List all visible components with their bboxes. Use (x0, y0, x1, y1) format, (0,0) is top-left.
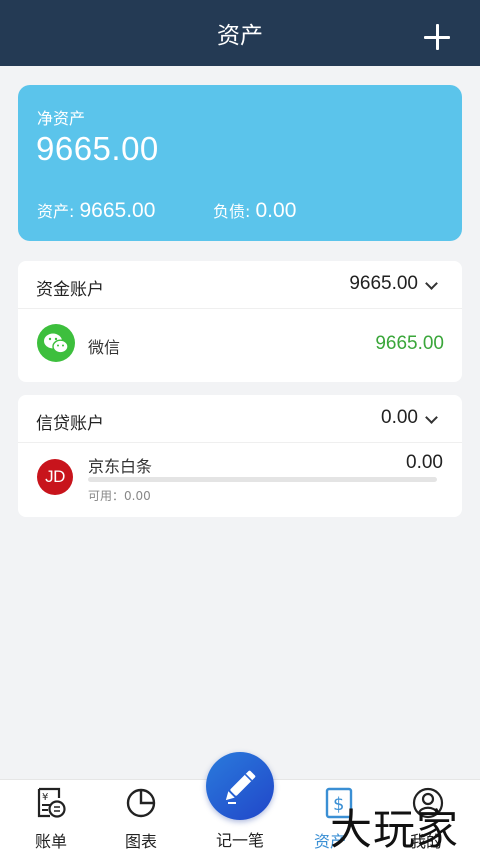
assets-label: 资产: (37, 202, 75, 221)
account-name: 微信 (88, 338, 121, 357)
add-record-button[interactable] (206, 752, 274, 820)
net-assets-value: 9665.00 (36, 130, 159, 167)
svg-text:¥: ¥ (42, 792, 48, 803)
add-record-label: 记一笔 (215, 831, 264, 850)
wechat-icon (37, 324, 75, 362)
debt-summary: 负债: 0.00 (213, 198, 296, 223)
tab-label: 账单 (34, 832, 67, 851)
fund-accounts-card: 资金账户 9665.00 微信 9665.00 (18, 261, 462, 382)
chevron-down-icon[interactable] (425, 277, 438, 290)
fund-accounts-title: 资金账户 (36, 280, 104, 300)
watermark-logo: 大玩家 (330, 805, 460, 853)
account-amount: 9665.00 (375, 333, 444, 354)
account-name: 京东白条 (88, 457, 153, 476)
fund-accounts-header[interactable]: 资金账户 9665.00 (18, 261, 462, 309)
debt-value: 0.00 (255, 199, 297, 222)
assets-summary: 资产: 9665.00 (37, 198, 155, 223)
pie-chart-icon (125, 786, 157, 820)
credit-accounts-title: 信贷账户 (36, 414, 104, 434)
assets-value: 9665.00 (79, 199, 156, 222)
credit-usage-bar (88, 477, 437, 482)
net-assets-label: 净资产 (37, 109, 86, 128)
fund-accounts-total: 9665.00 (349, 273, 418, 294)
bill-icon: ¥ (35, 786, 67, 820)
app-header: 资产 (0, 0, 480, 66)
debt-label: 负债: (213, 202, 251, 221)
jd-logo-icon: JD (37, 459, 73, 495)
account-amount: 0.00 (406, 452, 443, 473)
chevron-down-icon[interactable] (425, 411, 438, 424)
add-account-button[interactable] (424, 24, 450, 50)
available-credit: 可用：0.00 (88, 489, 151, 503)
credit-accounts-total: 0.00 (381, 407, 418, 428)
credit-accounts-header[interactable]: 信贷账户 0.00 (18, 395, 462, 443)
credit-accounts-card: 信贷账户 0.00 JD 京东白条 0.00 可用：0.00 (18, 395, 462, 517)
tab-label: 图表 (124, 832, 157, 851)
net-assets-card[interactable]: 净资产 9665.00 资产: 9665.00 负债: 0.00 (18, 85, 462, 241)
page-title: 资产 (217, 23, 263, 49)
tab-chart[interactable]: 图表 (93, 780, 189, 853)
pencil-icon (225, 770, 256, 804)
tab-bill[interactable]: ¥ 账单 (3, 780, 99, 853)
